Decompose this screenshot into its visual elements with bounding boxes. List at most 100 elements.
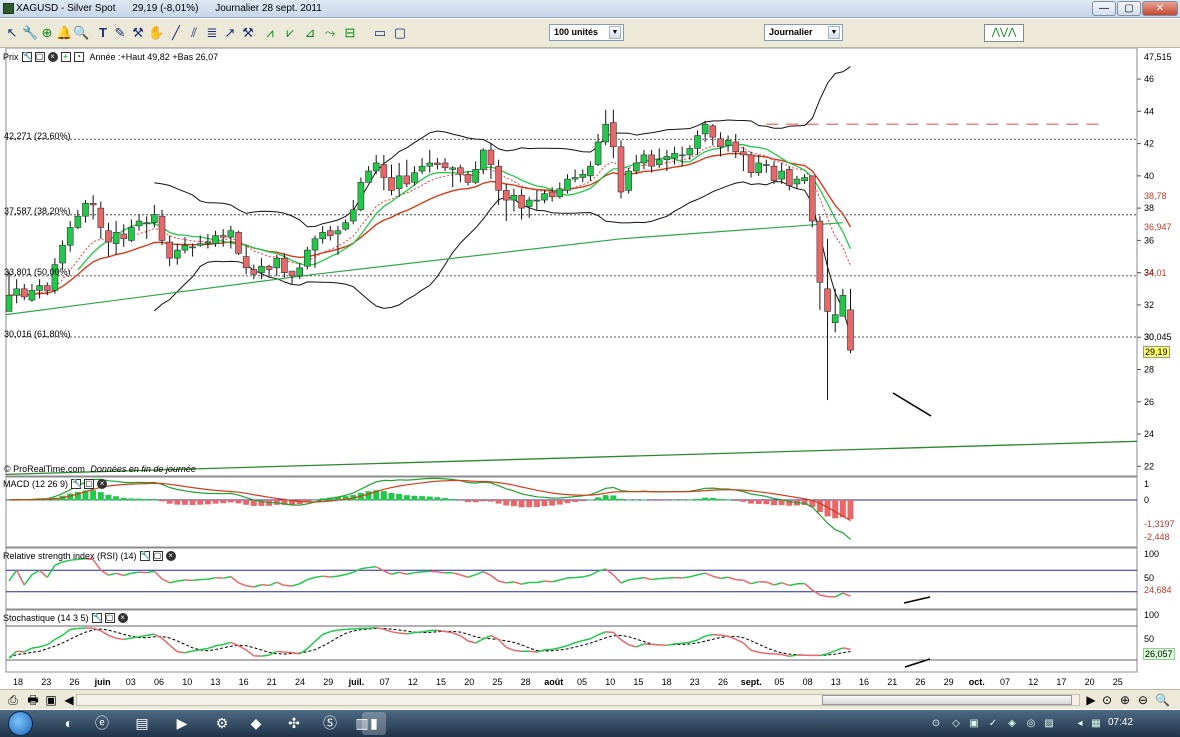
hand-icon[interactable]: ✋	[148, 25, 164, 41]
text-tool-icon[interactable]: T	[95, 25, 111, 41]
candle-body	[724, 140, 732, 146]
arrow-icon[interactable]: ⤳	[322, 25, 338, 41]
line-icon[interactable]: ⩘	[262, 25, 278, 41]
media-icon[interactable]: ▶	[170, 712, 194, 735]
close-button[interactable]: ✕	[1142, 1, 1178, 16]
macd-histogram-bar	[595, 497, 602, 501]
stripe-icon[interactable]: ▤	[130, 712, 154, 735]
wrench-icon[interactable]: 🔧	[139, 551, 151, 561]
tray-icon[interactable]: ◎	[1025, 718, 1037, 730]
macd-histogram-bar	[128, 498, 135, 501]
wrench-icon[interactable]: 🔧	[21, 52, 32, 62]
period-select[interactable]: Journalier ▼	[764, 24, 843, 41]
tools-icon[interactable]: ⚒	[240, 25, 256, 41]
macd-histogram-bar	[579, 500, 586, 502]
tray-icon[interactable]: ✓	[987, 718, 999, 730]
macd-histogram-bar	[671, 499, 678, 501]
chevron-down-icon[interactable]: ▼	[828, 26, 840, 39]
tray-icon[interactable]: ◇	[950, 718, 962, 730]
close-panel-icon[interactable]: ×	[97, 479, 108, 489]
save-icon[interactable]: ▣	[44, 693, 58, 707]
channel-icon[interactable]: ⫽	[186, 25, 202, 41]
bell-icon[interactable]: ◔	[73, 52, 84, 62]
zoom-reset-icon[interactable]: ⊙	[1100, 693, 1114, 707]
macd-histogram-bar	[832, 500, 839, 519]
tray-icon[interactable]: ▣	[968, 718, 980, 730]
settings-icon[interactable]: ⚙	[210, 712, 234, 735]
channel-icon[interactable]: ⩗	[282, 25, 298, 41]
candle-body	[66, 227, 74, 246]
candle-body	[395, 175, 403, 190]
arrow-icon[interactable]: ↗	[222, 25, 238, 41]
candle-body	[449, 167, 457, 170]
x-axis-label: 28	[521, 677, 531, 687]
credit-line: © ProRealTime.com Données en fin de jour…	[4, 464, 196, 474]
close-panel-icon[interactable]: ×	[165, 551, 176, 561]
candle-body	[258, 265, 265, 273]
zoom-icon[interactable]: 🔍	[1155, 693, 1170, 707]
settings-icon[interactable]: ⋀⋁⋀	[984, 24, 1024, 42]
maximize-panel-icon[interactable]: ▢	[84, 479, 95, 489]
cursor-icon[interactable]: ↖	[4, 25, 20, 41]
macd-histogram-bar	[503, 500, 510, 506]
wrench-icon[interactable]: 🔧	[22, 25, 38, 41]
rectangle-icon[interactable]: ▭	[372, 25, 388, 41]
prorealtime-icon[interactable]: ▮	[362, 712, 386, 735]
candle-body	[671, 152, 678, 159]
zoom-icon[interactable]: 🔍	[73, 25, 89, 41]
maximize-panel-icon[interactable]: ▢	[104, 613, 115, 623]
draw-icon[interactable]: ✎	[112, 25, 128, 41]
ie-icon[interactable]: ⓔ	[90, 712, 114, 735]
fibonacci-icon[interactable]: ⊿	[302, 25, 318, 41]
price-tick-label: 42	[1144, 139, 1154, 149]
add-indicator-icon[interactable]: ⊕	[39, 25, 55, 41]
tray-icon[interactable]: ⊙	[930, 718, 942, 730]
tray-icon[interactable]: ◂	[1074, 718, 1086, 730]
fibonacci-icon[interactable]: ⊟	[342, 25, 358, 41]
tools-icon[interactable]: ✣	[282, 712, 306, 735]
line-icon[interactable]: ╱	[168, 25, 184, 41]
zoom-out-icon[interactable]: ⊖	[1136, 693, 1150, 707]
scroll-track[interactable]	[76, 694, 1080, 706]
copy-icon[interactable]: ▢	[392, 25, 408, 41]
add-indicator-icon[interactable]: +	[60, 52, 71, 62]
macd-histogram-bar	[312, 499, 318, 501]
macd-histogram-bar	[526, 500, 533, 508]
wrench-icon[interactable]: 🔧	[91, 613, 103, 623]
scroll-right-icon[interactable]: ▶	[1084, 693, 1098, 707]
close-panel-icon[interactable]: ×	[117, 613, 128, 623]
price-tick-label: 40	[1144, 171, 1154, 181]
minimize-button[interactable]: —	[1092, 1, 1116, 16]
skype-icon[interactable]: Ⓢ	[318, 712, 342, 735]
bell-icon[interactable]: 🔔	[56, 25, 72, 41]
printer-icon[interactable]: 🖶	[26, 693, 40, 707]
candle-body	[20, 288, 28, 298]
maximize-panel-icon[interactable]: ▢	[34, 52, 45, 62]
wrench-icon[interactable]: 🔧	[71, 479, 82, 489]
chevron-down-icon[interactable]: ▼	[609, 26, 621, 39]
credit-note: Données en fin de journée	[90, 464, 196, 474]
candle-body	[304, 249, 311, 267]
scroll-thumb[interactable]	[822, 695, 1072, 705]
ie-icon[interactable]: ◐	[57, 712, 81, 735]
fibonacci-icon[interactable]: ≣	[204, 25, 220, 41]
maximize-button[interactable]: ▢	[1117, 1, 1141, 16]
maximize-panel-icon[interactable]: ▢	[152, 551, 163, 561]
office-icon[interactable]: ◆	[244, 712, 268, 735]
candle-body	[648, 154, 655, 167]
close-panel-icon[interactable]: ×	[47, 52, 58, 62]
scroll-left-icon[interactable]: ◀	[62, 693, 76, 707]
price-tick-label: 32	[1144, 300, 1154, 310]
network-icon[interactable]: ▦	[1090, 718, 1102, 730]
tray-icon[interactable]: ▨	[1043, 718, 1055, 730]
candle-body	[204, 241, 212, 244]
candle-body	[785, 169, 793, 186]
zoom-in-icon[interactable]: ⊕	[1118, 693, 1132, 707]
units-select[interactable]: 100 unités ▼	[549, 24, 624, 41]
candle-body	[472, 169, 479, 183]
print-icon[interactable]: ⎙	[6, 693, 20, 707]
candle-body	[701, 123, 709, 135]
start-button[interactable]	[8, 711, 33, 736]
tools-icon[interactable]: ⚒	[130, 25, 146, 41]
tray-icon[interactable]: ◈	[1006, 718, 1018, 730]
